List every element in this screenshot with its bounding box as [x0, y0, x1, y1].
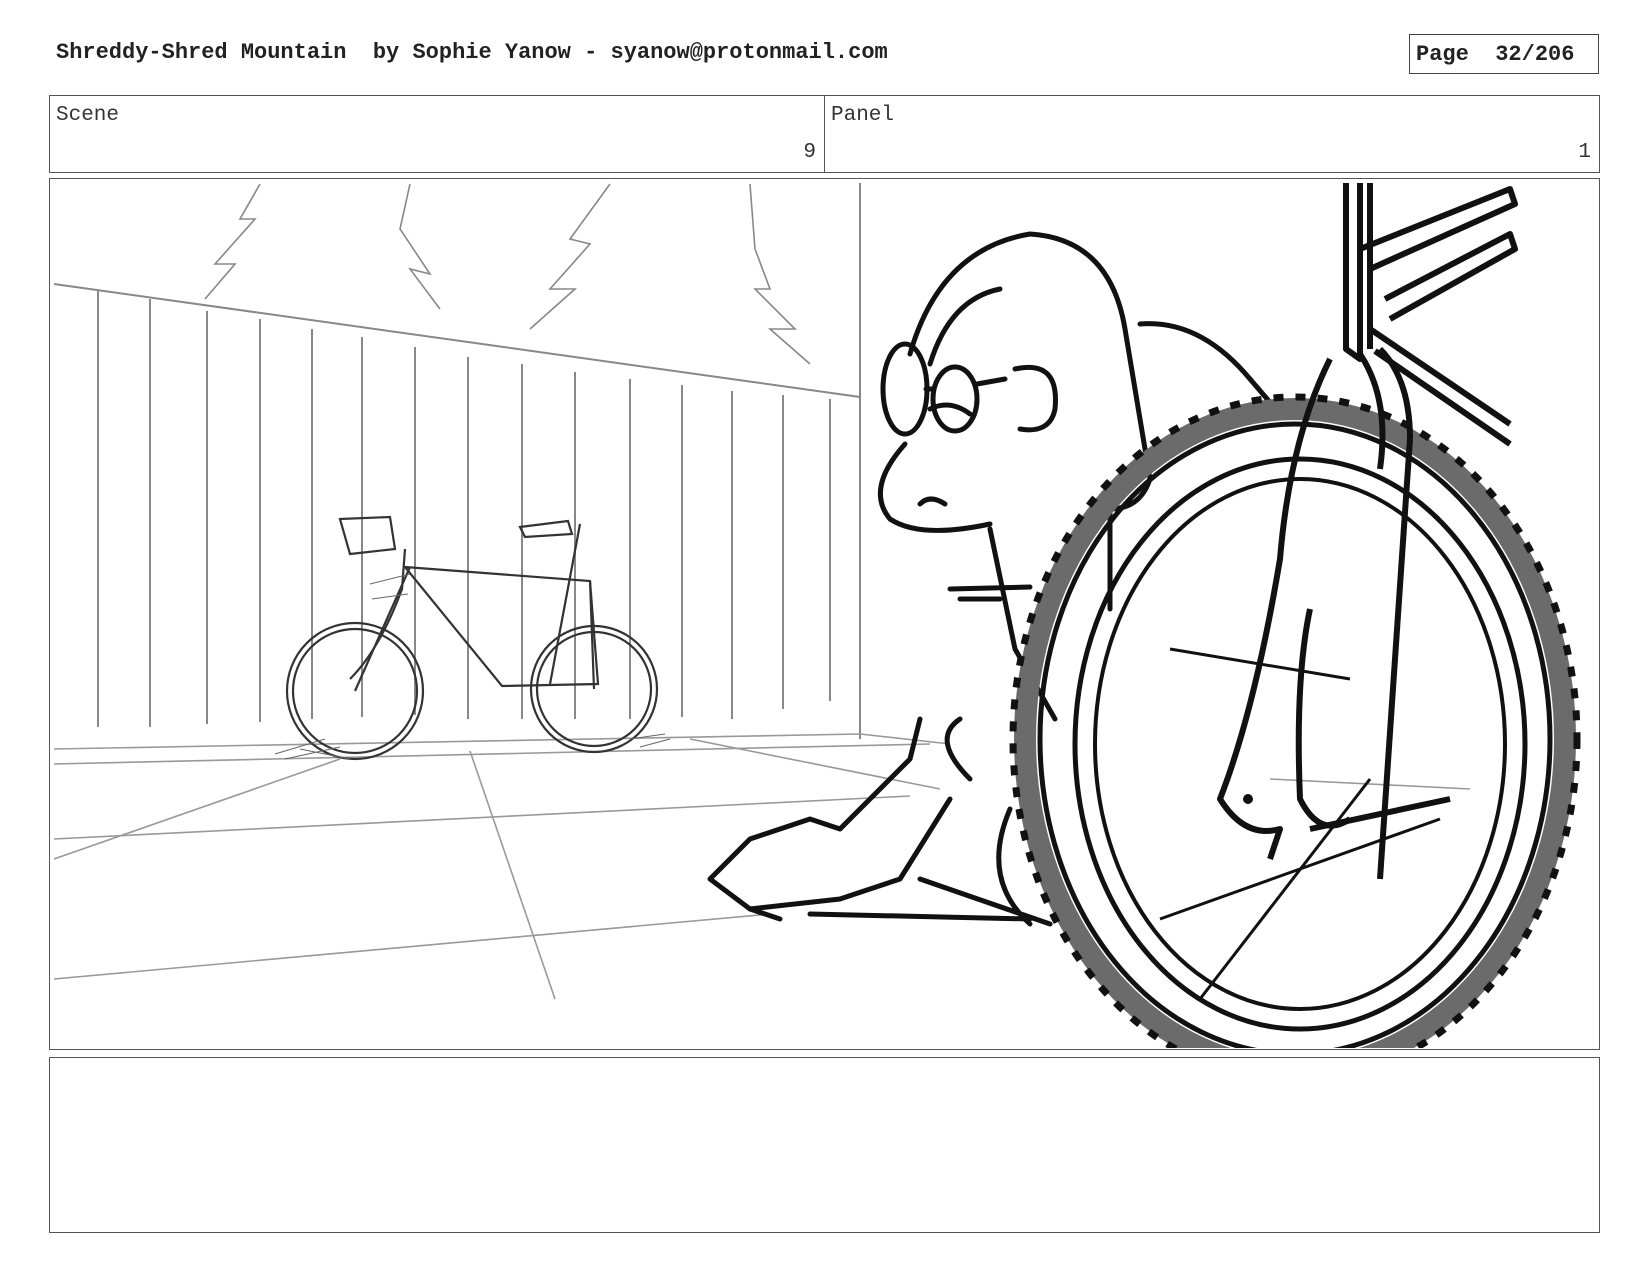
page-number: Page 32/206: [1409, 34, 1599, 74]
scene-label: Scene: [56, 104, 120, 127]
bicycle-web: [274, 573, 671, 760]
document-title: Shreddy-Shred Mountain by Sophie Yanow -…: [56, 40, 888, 65]
background-bicycle: [285, 515, 659, 761]
fence: [53, 183, 861, 739]
panel-label: Panel: [831, 104, 895, 127]
scene-cell: Scene 9: [50, 96, 824, 172]
scene-panel-info: Scene 9 Panel 1: [49, 95, 1600, 173]
storyboard-panel: [49, 178, 1600, 1050]
valve-dot: [1243, 794, 1253, 804]
foreground-bike-frame: [1217, 183, 1518, 880]
panel-cell: Panel 1: [824, 96, 1599, 172]
character-girl: [707, 231, 1283, 927]
foreground-wheel: [1009, 393, 1581, 1048]
floor-tiles: [53, 733, 1471, 1000]
background-trees: [204, 183, 811, 365]
scene-number: 9: [803, 141, 816, 164]
storyboard-drawing: [53, 183, 1581, 1048]
panel-notes: [49, 1057, 1600, 1233]
panel-number: 1: [1578, 141, 1591, 164]
